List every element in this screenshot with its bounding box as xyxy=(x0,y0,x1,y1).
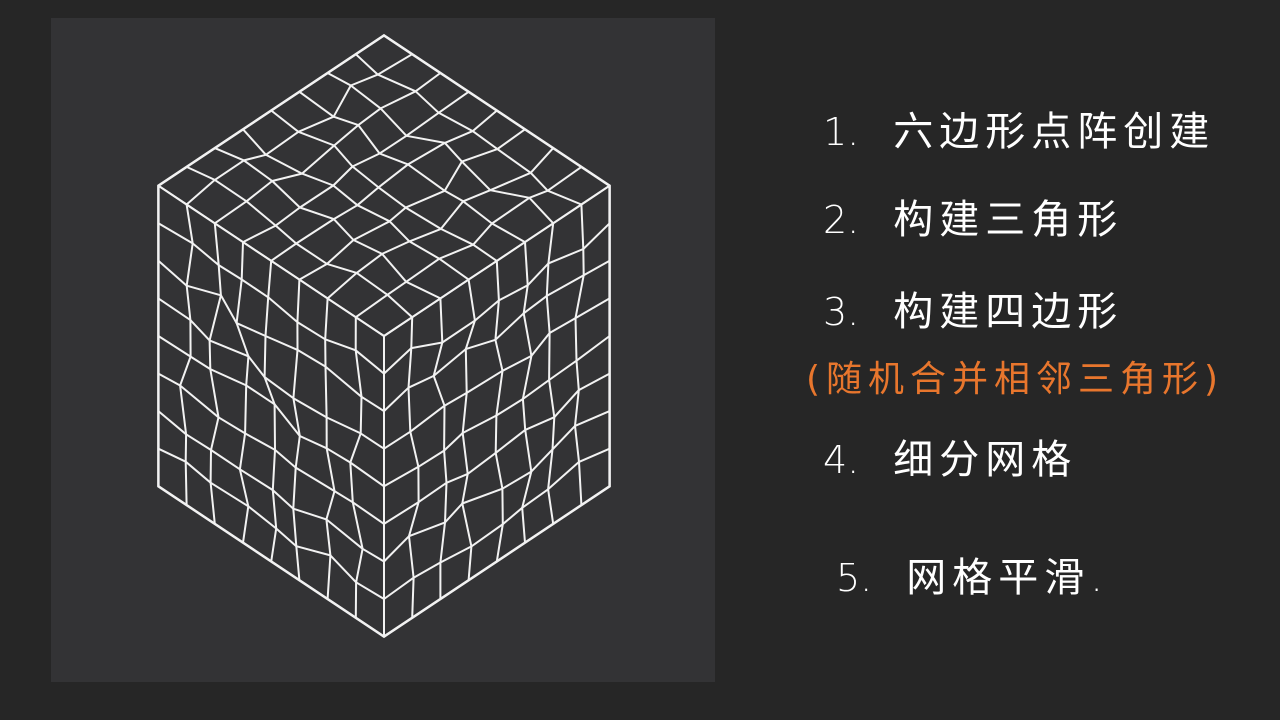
step-1-number: 1. xyxy=(823,110,860,154)
steps-list: 1. 六边形点阵创建 2. 构建三角形 3. 构建四边形 (随机合并相邻三角形) 4.… xyxy=(0,0,1280,720)
step-4-text: 细分网格 xyxy=(893,437,1078,483)
step-1-text: 六边形点阵创建 xyxy=(893,109,1216,155)
step-4: 4. 细分网格 xyxy=(823,440,1077,480)
step-4-number: 4. xyxy=(823,438,860,482)
step-3-number: 3. xyxy=(823,290,860,334)
step-5-text: 网格平滑. xyxy=(906,555,1109,601)
step-3-note: (随机合并相邻三角形) xyxy=(806,359,1225,400)
step-3: 3. 构建四边形 xyxy=(823,292,1123,332)
step-1: 1. 六边形点阵创建 xyxy=(823,112,1215,152)
step-3-text: 构建四边形 xyxy=(893,289,1124,335)
step-5: 5. 网格平滑. xyxy=(836,558,1109,598)
slide: 1. 六边形点阵创建 2. 构建三角形 3. 构建四边形 (随机合并相邻三角形) 4.… xyxy=(0,0,1280,720)
step-5-number: 5. xyxy=(836,556,873,600)
step-2-text: 构建三角形 xyxy=(893,197,1124,243)
step-2: 2. 构建三角形 xyxy=(823,200,1123,240)
step-2-number: 2. xyxy=(823,198,860,242)
